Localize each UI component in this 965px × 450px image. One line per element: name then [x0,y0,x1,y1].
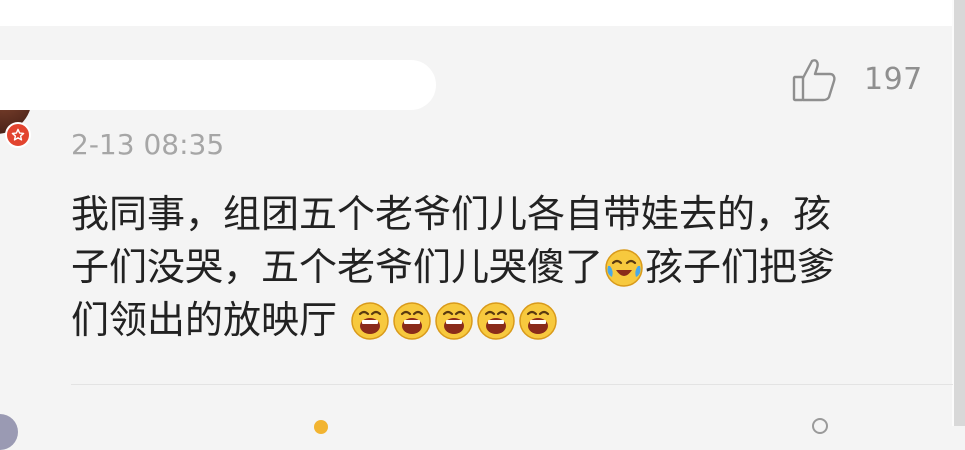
emoji-row [337,298,559,342]
laughing-emoji [519,302,557,340]
comment-text: 我同事，组团五个老爷们儿各自带娃去的，孩 子们没哭，五个老爷们儿哭傻了 孩子们把… [71,188,921,347]
comment-line: 们领出的放映厅 [71,294,921,347]
laughing-emoji [393,302,431,340]
timestamp: 2-13 08:35 [71,128,225,161]
laughing-emoji [351,302,389,340]
next-comment-avatar[interactable] [0,414,18,450]
comment-line: 我同事，组团五个老爷们儿各自带娃去的，孩 [71,192,832,236]
comment-text-segment: 孩子们把爹 [645,245,836,289]
laughing-emoji [477,302,515,340]
crying-laughing-emoji [605,249,643,287]
comment-text-segment: 子们没哭，五个老爷们儿哭傻了 [71,245,604,289]
previous-item-bottom [0,0,965,26]
next-comment-icon [812,418,828,434]
laughing-emoji [435,302,473,340]
next-comment-icon [314,420,328,434]
like-count: 197 [864,62,923,97]
comment-text-segment: 们领出的放映厅 [71,298,338,342]
thumbs-up-icon [792,59,836,102]
scrollbar[interactable] [954,0,965,426]
divider [71,384,953,385]
comment-line: 子们没哭，五个老爷们儿哭傻了 孩子们把爹 [71,241,921,294]
like-button[interactable] [792,57,836,103]
verified-badge-icon [5,122,31,148]
username-redacted [0,60,436,110]
